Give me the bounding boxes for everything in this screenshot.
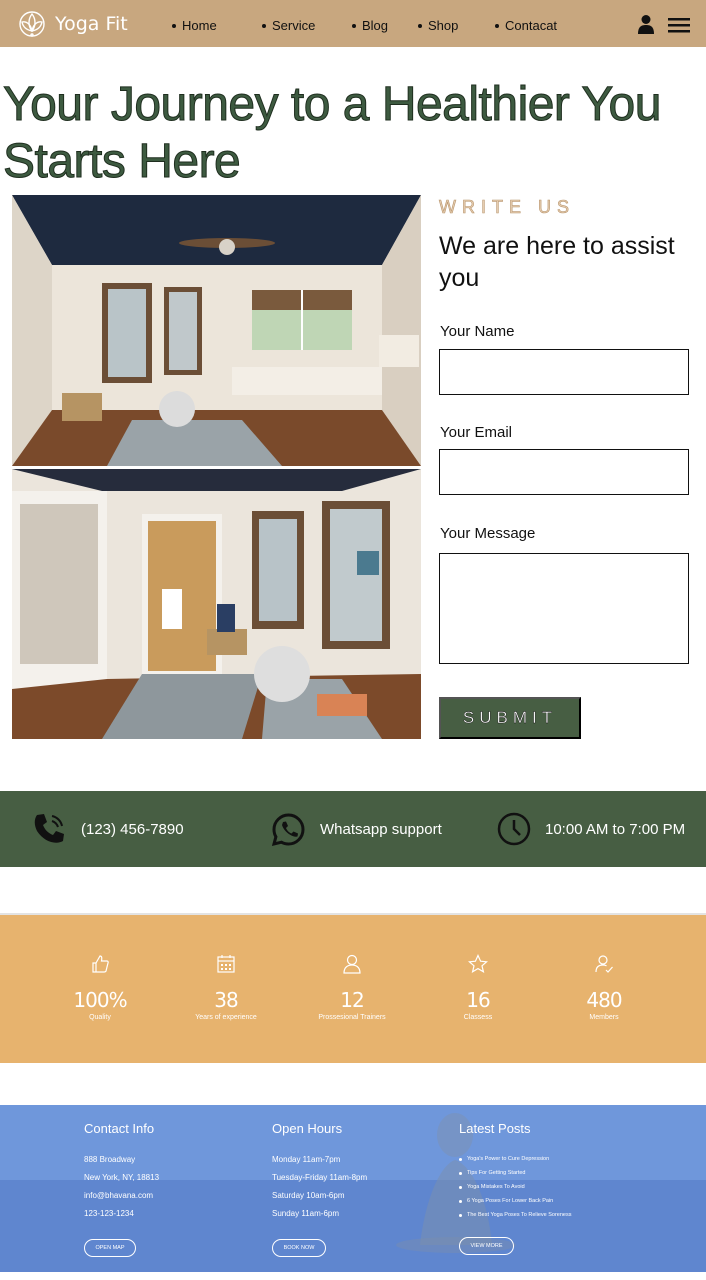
stat-caption: Classess xyxy=(463,1014,493,1021)
post-link[interactable]: Yoga's Power to Cure Depression xyxy=(459,1156,549,1162)
nav-link-contact[interactable]: Contacat xyxy=(495,18,557,33)
user-icon xyxy=(343,954,361,974)
name-input[interactable] xyxy=(439,349,689,395)
nav-link-label: Shop xyxy=(428,18,459,33)
bullet xyxy=(459,1199,462,1203)
stat-value: 480 xyxy=(586,988,622,1012)
post-link[interactable]: The Best Yoga Poses To Relieve Soreness xyxy=(459,1212,571,1218)
footer-heading: Latest Posts xyxy=(459,1121,531,1136)
bullet xyxy=(418,23,422,28)
stat-value: 38 xyxy=(214,988,238,1012)
top-navigation: Yoga Fit Home Service Blog Shop Contacat xyxy=(0,0,706,47)
post-title: The Best Yoga Poses To Relieve Soreness xyxy=(467,1212,572,1218)
book-now-button[interactable]: BOOK NOW xyxy=(272,1239,326,1257)
bullet xyxy=(262,23,266,28)
hours-line: Saturday 10am-6pm xyxy=(272,1191,345,1200)
stat-value: 12 xyxy=(340,988,364,1012)
address-line: 888 Broadway xyxy=(84,1155,136,1164)
submit-button[interactable]: SUBMIT xyxy=(439,697,581,739)
user-icon[interactable] xyxy=(637,14,655,34)
nav-link-home[interactable]: Home xyxy=(172,18,217,33)
stat-value: 16 xyxy=(466,988,490,1012)
message-label: Your Message xyxy=(440,525,536,542)
phone-icon xyxy=(34,814,64,843)
contact-bar: (123) 456-7890 Whatsapp support 10:00 AM… xyxy=(0,791,706,867)
open-map-button[interactable]: OPEN MAP xyxy=(84,1239,136,1257)
bullet xyxy=(495,23,499,28)
whatsapp-contact[interactable]: Whatsapp support xyxy=(271,791,442,867)
bullet xyxy=(459,1185,462,1189)
thumbs-up-icon xyxy=(92,955,109,973)
stat-caption: Members xyxy=(589,1014,619,1021)
footer-heading: Open Hours xyxy=(272,1121,343,1136)
address-city: New York, NY, 18813 xyxy=(84,1173,160,1182)
phone-contact[interactable]: (123) 456-7890 xyxy=(32,791,184,867)
bullet xyxy=(459,1157,462,1161)
lotus-logo-icon[interactable] xyxy=(16,8,48,40)
whatsapp-label: Whatsapp support xyxy=(320,820,442,838)
email-input[interactable] xyxy=(439,449,689,495)
post-link[interactable]: Tips For Getting Started xyxy=(459,1170,526,1176)
phone-link[interactable]: 123-123-1234 xyxy=(84,1209,134,1218)
nav-link-label: Contacat xyxy=(505,18,558,33)
nav-link-blog[interactable]: Blog xyxy=(352,18,388,33)
hours-contact: 10:00 AM to 7:00 PM xyxy=(497,791,685,867)
view-more-button[interactable]: VIEW MORE xyxy=(459,1237,514,1255)
post-title: 6 Yoga Poses For Lower Back Pain xyxy=(467,1198,554,1204)
post-title: Tips For Getting Started xyxy=(467,1170,526,1176)
title-line-1: Your Journey to a Healthier You xyxy=(3,78,662,132)
stats-section: 100% Quality 38 Years of experience 12 P… xyxy=(0,915,706,1063)
hours-line: Monday 11am-7pm xyxy=(272,1155,341,1164)
stat-caption: Years of experience xyxy=(195,1014,257,1021)
members-icon xyxy=(595,955,613,973)
nav-link-label: Service xyxy=(272,18,316,33)
bullet xyxy=(172,23,176,28)
post-title: Yoga Mistakes To Avoid xyxy=(467,1184,525,1190)
phone-number: (123) 456-7890 xyxy=(81,820,184,838)
hours-line: Tuesday-Friday 11am-8pm xyxy=(272,1173,368,1182)
nav-link-shop[interactable]: Shop xyxy=(418,18,458,33)
hamburger-menu-icon[interactable] xyxy=(668,17,690,33)
yoga-room-photo-2 xyxy=(12,469,421,739)
bullet xyxy=(459,1171,462,1175)
page-title: Your Journey to a Healthier You Starts H… xyxy=(2,76,706,190)
form-heading: We are here to assist you xyxy=(439,232,675,292)
whatsapp-icon xyxy=(271,812,305,846)
calendar-icon xyxy=(217,955,235,973)
bullet xyxy=(459,1213,462,1217)
email-label: Your Email xyxy=(440,424,512,441)
bullet xyxy=(352,23,356,28)
post-title: Yoga's Power to Cure Depression xyxy=(467,1156,550,1162)
brand-name[interactable]: Yoga Fit xyxy=(55,13,128,35)
name-label: Your Name xyxy=(440,323,515,340)
footer-heading: Contact Info xyxy=(84,1121,155,1136)
title-line-2: Starts Here xyxy=(2,135,241,189)
star-icon xyxy=(468,954,488,974)
email-link[interactable]: info@bhavana.com xyxy=(84,1191,153,1200)
yoga-room-photo-1 xyxy=(12,195,421,466)
clock-icon xyxy=(497,812,531,846)
hours-line: Sunday 11am-6pm xyxy=(272,1209,339,1218)
nav-link-label: Blog xyxy=(362,18,389,33)
stat-caption: Quality xyxy=(89,1014,111,1021)
site-footer: Contact Info 888 Broadway New York, NY, … xyxy=(0,1105,706,1272)
message-textarea[interactable] xyxy=(439,553,689,664)
post-link[interactable]: Yoga Mistakes To Avoid xyxy=(459,1184,525,1190)
nav-link-service[interactable]: Service xyxy=(262,18,315,33)
business-hours: 10:00 AM to 7:00 PM xyxy=(545,820,686,838)
stat-value: 100% xyxy=(73,988,127,1012)
post-link[interactable]: 6 Yoga Poses For Lower Back Pain xyxy=(459,1198,553,1204)
form-eyebrow: WRITE US xyxy=(439,197,575,218)
stat-caption: Prossesional Trainers xyxy=(318,1014,386,1021)
nav-link-label: Home xyxy=(182,18,217,33)
